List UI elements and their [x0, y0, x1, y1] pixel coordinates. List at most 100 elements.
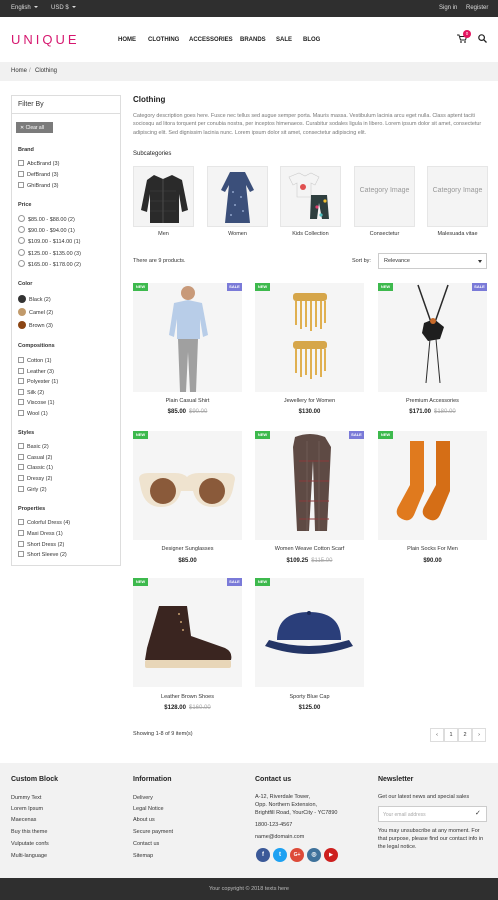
nav-blog[interactable]: BLOG: [303, 37, 320, 43]
filter-style-item[interactable]: Girly (2): [18, 486, 47, 493]
jacket-image: [141, 175, 188, 223]
logo[interactable]: UNIQUE: [11, 32, 80, 47]
pagination-next[interactable]: ›: [472, 728, 486, 742]
product-image[interactable]: [255, 431, 364, 540]
search-icon[interactable]: [478, 34, 487, 43]
subcategory-women-image[interactable]: [207, 166, 268, 227]
footer-link[interactable]: Buy this theme: [11, 829, 47, 835]
footer-link[interactable]: Maecenas: [11, 817, 36, 823]
filter-color-item[interactable]: Brown (3): [18, 321, 53, 329]
signin-link[interactable]: Sign in: [439, 5, 457, 11]
product-image[interactable]: [378, 283, 487, 392]
pagination-page-2[interactable]: 2: [458, 728, 472, 742]
page-title: Clothing: [133, 95, 166, 104]
subcategory-women-label[interactable]: Women: [207, 231, 268, 237]
nav-brands[interactable]: BRANDS: [240, 37, 266, 43]
product-name[interactable]: Jewellery for Women: [255, 398, 364, 404]
youtube-icon[interactable]: ▶: [324, 848, 338, 862]
google-plus-icon[interactable]: G+: [290, 848, 304, 862]
footer-link[interactable]: Delivery: [133, 795, 153, 801]
product-count: There are 9 products.: [133, 258, 186, 264]
check-icon[interactable]: ✓: [475, 809, 481, 817]
old-price: $115.00: [311, 558, 333, 564]
breadcrumb-home[interactable]: Home: [11, 68, 27, 74]
subcategory-consectetur-image[interactable]: Category Image: [354, 166, 415, 227]
footer-link[interactable]: Legal Notice: [133, 806, 164, 812]
product-image[interactable]: [133, 283, 242, 392]
footer-link[interactable]: Lorem Ipsum: [11, 806, 43, 812]
subcategory-men-image[interactable]: [133, 166, 194, 227]
filter-property-item[interactable]: Maxi Dress (1): [18, 530, 63, 537]
currency-selector[interactable]: USD $: [51, 5, 76, 11]
subcategory-malesuada-label[interactable]: Malesuada vitae: [427, 231, 488, 237]
product-image[interactable]: [255, 283, 364, 392]
product-name[interactable]: Premium Accessories: [378, 398, 487, 404]
product-name[interactable]: Women Weave Cotton Scarf: [255, 546, 364, 552]
contact-phone[interactable]: 1800-123-4567: [255, 822, 292, 828]
clear-all-button[interactable]: ✕ Clear all: [16, 122, 53, 133]
cap-image: [265, 611, 353, 654]
nav-home[interactable]: HOME: [118, 37, 136, 43]
kids-outfit-image: [288, 172, 329, 219]
filter-style-item[interactable]: Casual (2): [18, 454, 52, 461]
nav-accessories[interactable]: ACCESSORIES: [189, 37, 233, 43]
nav-sale[interactable]: SALE: [276, 37, 292, 43]
filter-price-item[interactable]: $85.00 - $88.00 (2): [18, 215, 75, 223]
newsletter-email-input[interactable]: Your email address: [378, 806, 487, 822]
product-image[interactable]: [378, 431, 487, 540]
footer-link[interactable]: Dummy Text: [11, 795, 41, 801]
filter-color-item[interactable]: Camel (2): [18, 308, 53, 316]
language-selector[interactable]: English: [11, 5, 38, 11]
product-name[interactable]: Leather Brown Shoes: [133, 694, 242, 700]
subcategory-kids-label[interactable]: Kids Collection: [280, 231, 341, 237]
filter-style-item[interactable]: Classic (1): [18, 464, 53, 471]
filter-brand-item[interactable]: GhiBrand (3): [18, 182, 59, 189]
product-name[interactable]: Designer Sunglasses: [133, 546, 242, 552]
subcategory-men-label[interactable]: Men: [133, 231, 194, 237]
filter-brand-item[interactable]: AbcBrand (3): [18, 160, 59, 167]
filter-color-item[interactable]: Black (2): [18, 295, 51, 303]
filter-style-item[interactable]: Basic (2): [18, 443, 49, 450]
nav-clothing[interactable]: CLOTHING: [148, 37, 179, 43]
facebook-icon[interactable]: f: [256, 848, 270, 862]
filter-composition-item[interactable]: Polyester (1): [18, 378, 58, 385]
footer-link[interactable]: Vulputate confs: [11, 841, 49, 847]
register-link[interactable]: Register: [466, 5, 488, 11]
copyright: Your copyright © 2018 texts here: [0, 878, 498, 900]
filter-style-item[interactable]: Dressy (2): [18, 475, 52, 482]
filter-price-item[interactable]: $125.00 - $135.00 (3): [18, 249, 81, 257]
product-name[interactable]: Plain Casual Shirt: [133, 398, 242, 404]
footer-link[interactable]: About us: [133, 817, 155, 823]
filter-price-item[interactable]: $165.00 - $178.00 (2): [18, 260, 81, 268]
filter-property-item[interactable]: Short Dress (2): [18, 541, 64, 548]
subcategory-kids-image[interactable]: [280, 166, 341, 227]
filter-price-item[interactable]: $109.00 - $114.00 (1): [18, 237, 81, 245]
pagination-page-1[interactable]: 1: [444, 728, 458, 742]
product-image[interactable]: [255, 578, 364, 687]
pagination-prev[interactable]: ‹: [430, 728, 444, 742]
subcategory-malesuada-image[interactable]: Category Image: [427, 166, 488, 227]
filter-composition-item[interactable]: Silk (2): [18, 389, 44, 396]
filter-brand-item[interactable]: DefBrand (3): [18, 171, 59, 178]
filter-composition-item[interactable]: Wool (1): [18, 410, 48, 417]
footer-link[interactable]: Secure payment: [133, 829, 173, 835]
footer-link[interactable]: Multi-language: [11, 853, 47, 859]
filter-price-title: Price: [18, 202, 32, 208]
product-name[interactable]: Sporty Blue Cap: [255, 694, 364, 700]
filter-composition-item[interactable]: Cotton (1): [18, 357, 51, 364]
product-name[interactable]: Plain Socks For Men: [378, 546, 487, 552]
filter-composition-item[interactable]: Leather (3): [18, 368, 54, 375]
contact-email[interactable]: name@domain.com: [255, 834, 304, 840]
filter-price-item[interactable]: $90.00 - $94.00 (1): [18, 226, 75, 234]
sort-select[interactable]: Relevance: [378, 253, 487, 269]
footer-link[interactable]: Sitemap: [133, 853, 153, 859]
subcategory-consectetur-label[interactable]: Consectetur: [354, 231, 415, 237]
instagram-icon[interactable]: ◎: [307, 848, 321, 862]
filter-composition-item[interactable]: Viscose (1): [18, 399, 54, 406]
twitter-icon[interactable]: t: [273, 848, 287, 862]
filter-property-item[interactable]: Short Sleeve (2): [18, 551, 67, 558]
product-image[interactable]: [133, 431, 242, 540]
product-image[interactable]: [133, 578, 242, 687]
footer-link[interactable]: Contact us: [133, 841, 159, 847]
filter-property-item[interactable]: Colorful Dress (4): [18, 519, 70, 526]
